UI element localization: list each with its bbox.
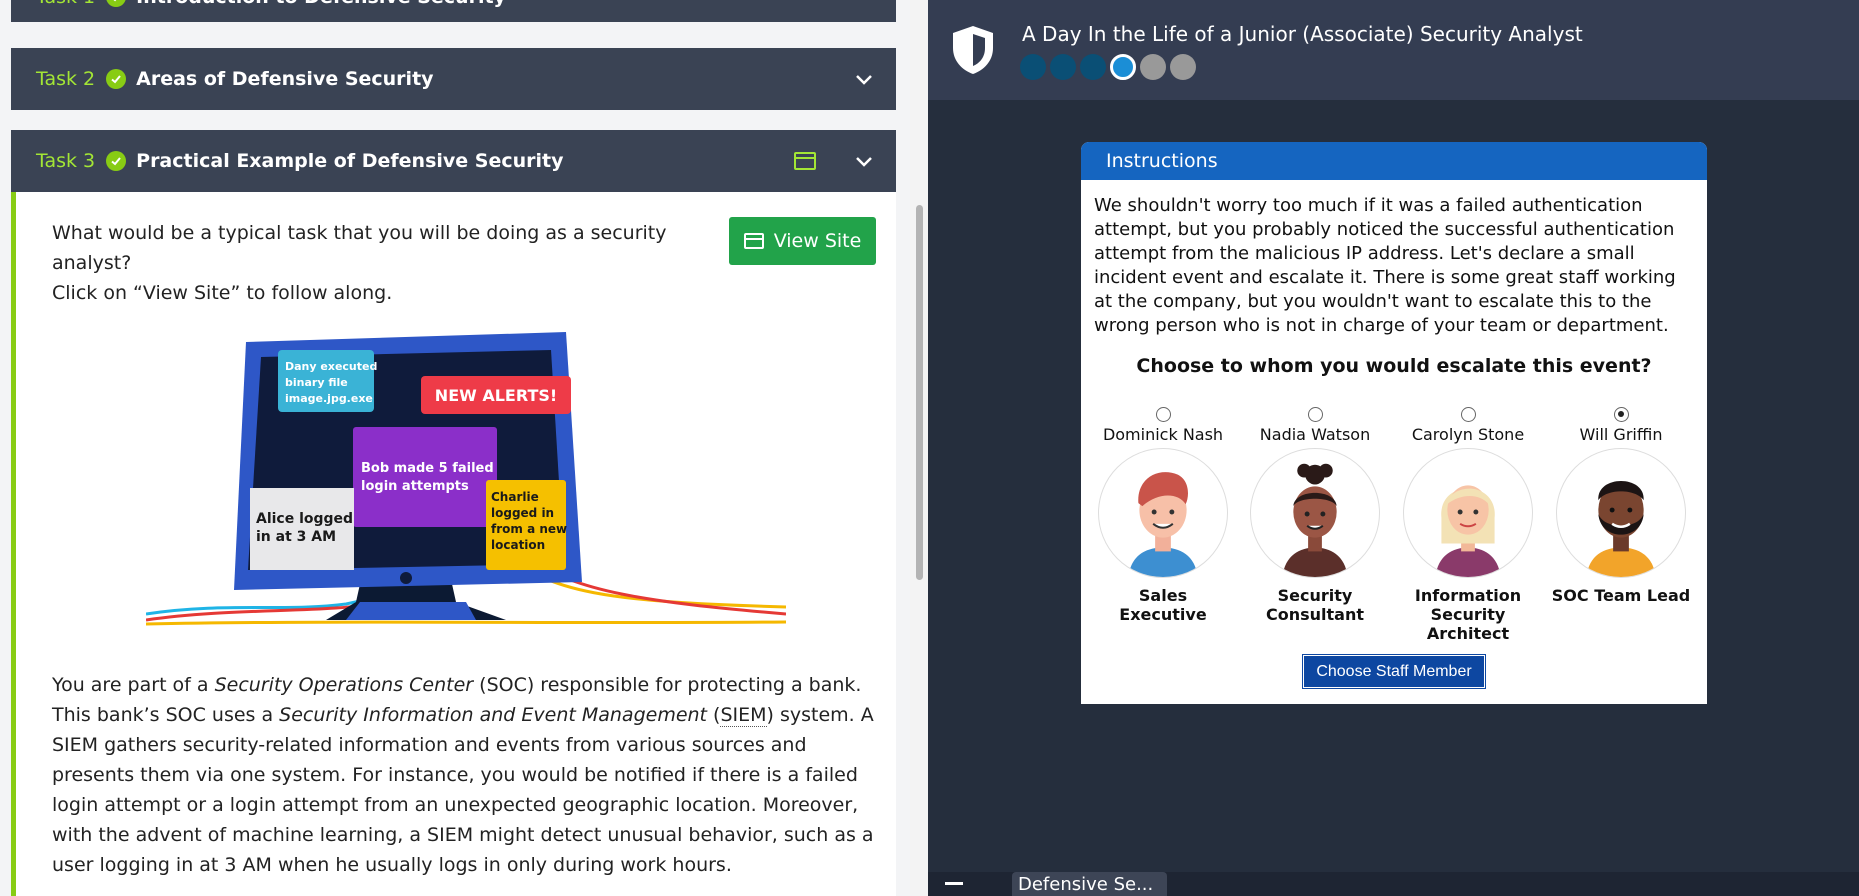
alert-dany-line2: binary file: [285, 376, 348, 389]
task2-title: Areas of Defensive Security: [136, 68, 434, 90]
alert-bob-line1: Bob made 5 failed: [361, 461, 494, 476]
soc-term: Security Operations Center: [214, 674, 474, 696]
staff-name: Dominick Nash: [1102, 425, 1224, 444]
para-text: ) system. A SIEM gathers security-relate…: [52, 704, 874, 876]
staff-radio-selected[interactable]: [1613, 407, 1629, 422]
alert-dany-line3: image.jpg.exe: [285, 392, 373, 405]
avatar[interactable]: [1250, 448, 1380, 578]
choose-staff-button[interactable]: Choose Staff Member: [1302, 654, 1486, 689]
room-header: A Day In the Life of a Junior (Associate…: [928, 0, 1859, 100]
split-screen-icon[interactable]: [794, 152, 816, 170]
staff-option-carolyn[interactable]: Carolyn Stone Information Security Archi…: [1398, 407, 1538, 643]
staff-option-dominick[interactable]: Dominick Nash Sales Executive: [1093, 407, 1233, 624]
task3-content: What would be a typical task that you wi…: [11, 192, 896, 896]
task-panel: Task 1 Introduction to Defensive Securit…: [0, 0, 910, 896]
staff-name: Carolyn Stone: [1411, 425, 1525, 444]
alert-charlie-line3: from a new: [491, 522, 567, 536]
staff-radio[interactable]: [1460, 407, 1476, 422]
avatar[interactable]: [1098, 448, 1228, 578]
staff-role: Sales Executive: [1119, 586, 1207, 624]
para-text: (: [707, 704, 721, 726]
instructions-header: Instructions: [1081, 142, 1707, 180]
chevron-up-icon[interactable]: [854, 151, 874, 171]
staff-name: Will Griffin: [1579, 425, 1663, 444]
siem-monitor-illustration: Dany executed binary file image.jpg.exe …: [146, 332, 786, 626]
staff-option-will[interactable]: Will Griffin SOC Team Lead: [1551, 407, 1691, 605]
siem-term: Security Information and Event Managemen…: [279, 704, 708, 726]
staff-radio[interactable]: [1307, 407, 1323, 422]
alert-alice-line2: in at 3 AM: [256, 529, 336, 545]
task1-header[interactable]: Task 1 Introduction to Defensive Securit…: [11, 0, 896, 22]
taskbar-tab[interactable]: Defensive Se...: [1012, 872, 1167, 896]
para-text: You are part of a: [52, 674, 215, 696]
siem-abbreviation[interactable]: SIEM: [720, 704, 767, 727]
check-icon: [106, 151, 127, 171]
alert-alice-line1: Alice logged: [256, 511, 353, 527]
progress-dot: [1080, 54, 1106, 80]
progress-dot: [1170, 54, 1196, 80]
task1-title: Introduction to Defensive Security: [136, 0, 506, 8]
view-site-button[interactable]: View Site: [729, 217, 876, 265]
avatar[interactable]: [1403, 448, 1533, 578]
staff-name: Nadia Watson: [1259, 425, 1371, 444]
task-question: What would be a typical task that you wi…: [52, 218, 732, 308]
question-line: What would be a typical task that you wi…: [52, 222, 667, 274]
siem-paragraph: You are part of a Security Operations Ce…: [52, 670, 882, 880]
scrollbar-thumb[interactable]: [916, 205, 923, 580]
task3-number: Task 3: [36, 150, 96, 172]
minimize-icon[interactable]: [945, 882, 963, 885]
progress-dot-current: [1110, 54, 1136, 80]
instructions-card: Instructions We shouldn't worry too much…: [1081, 142, 1707, 704]
task3-header[interactable]: Task 3 Practical Example of Defensive Se…: [11, 130, 896, 192]
shield-icon: [953, 26, 993, 74]
room-title: A Day In the Life of a Junior (Associate…: [1022, 22, 1583, 46]
alert-bob-line2: login attempts: [361, 479, 469, 494]
staff-role: SOC Team Lead: [1551, 586, 1691, 605]
progress-dot: [1140, 54, 1166, 80]
site-taskbar: Defensive Se...: [928, 872, 1859, 896]
window-icon: [743, 233, 764, 249]
task2-header[interactable]: Task 2 Areas of Defensive Security: [11, 48, 896, 110]
chevron-down-icon[interactable]: [854, 69, 874, 89]
staff-role: Security Consultant: [1265, 586, 1364, 624]
view-site-label: View Site: [773, 230, 862, 252]
staff-radio[interactable]: [1155, 407, 1171, 422]
staff-role: Information Security Architect: [1414, 586, 1522, 643]
task3-title: Practical Example of Defensive Security: [136, 150, 564, 172]
alert-charlie-line4: location: [491, 538, 545, 552]
alert-charlie-line2: logged in: [491, 506, 554, 520]
staff-option-nadia[interactable]: Nadia Watson Security Consultant: [1245, 407, 1385, 624]
task1-number: Task 1: [36, 0, 95, 8]
progress-dot: [1050, 54, 1076, 80]
instructions-text: We shouldn't worry too much if it was a …: [1094, 195, 1676, 336]
new-alerts-label: NEW ALERTS!: [435, 386, 557, 405]
escalate-question: Choose to whom you would escalate this e…: [1136, 355, 1652, 377]
check-icon: [106, 69, 127, 89]
avatar[interactable]: [1556, 448, 1686, 578]
alert-charlie-line1: Charlie: [491, 490, 539, 504]
progress-dots: [1020, 54, 1196, 80]
task2-number: Task 2: [36, 68, 96, 90]
check-icon: [106, 0, 127, 7]
site-viewer-pane: A Day In the Life of a Junior (Associate…: [928, 0, 1859, 896]
alert-dany-line1: Dany executed: [285, 360, 377, 373]
progress-dot: [1020, 54, 1046, 80]
